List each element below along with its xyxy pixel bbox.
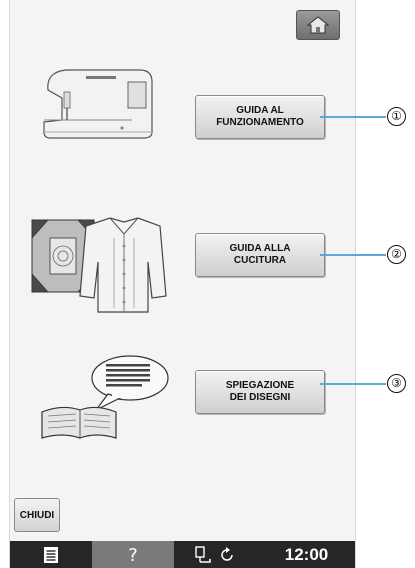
close-button[interactable]: CHIUDI — [14, 498, 60, 532]
pattern-explanation-button[interactable]: SPIEGAZIONE DEI DISEGNI — [195, 370, 325, 414]
operation-guide-label: GUIDA AL FUNZIONAMENTO — [216, 105, 304, 128]
callout-number-3: ③ — [387, 374, 406, 393]
rotate-icon — [221, 546, 233, 561]
help-screen: GUIDA AL FUNZIONAMENTO GUIDA ALLA CUCITU… — [9, 0, 356, 568]
presser-foot-button[interactable] — [174, 541, 256, 568]
document-icon — [44, 546, 58, 563]
callout-number-2: ② — [387, 245, 406, 264]
home-button[interactable] — [296, 10, 340, 40]
callout-line-3 — [320, 383, 386, 385]
sewing-guide-button[interactable]: GUIDA ALLA CUCITURA — [195, 233, 325, 277]
book-speech-illustration — [41, 355, 169, 439]
help-button[interactable]: ? — [92, 541, 174, 568]
clock-time: 12:00 — [284, 544, 329, 564]
pattern-explanation-label: SPIEGAZIONE DEI DISEGNI — [225, 380, 295, 403]
operation-guide-button[interactable]: GUIDA AL FUNZIONAMENTO — [195, 95, 325, 139]
svg-text:?: ? — [128, 545, 138, 565]
quilt-shirt-illustration — [31, 217, 167, 313]
callout-line-1 — [320, 116, 386, 118]
document-button[interactable] — [10, 541, 92, 568]
help-icon: ? — [128, 545, 138, 565]
callout-line-2 — [320, 254, 386, 256]
home-icon — [306, 16, 330, 34]
bottom-status-bar: ? 12:00 — [10, 541, 355, 568]
sewing-machine-illustration — [43, 69, 153, 139]
clock-display: 12:00 — [256, 541, 355, 568]
sewing-guide-label: GUIDA ALLA CUCITURA — [229, 243, 291, 266]
callout-number-1: ① — [387, 107, 406, 126]
presser-foot-icon — [195, 545, 211, 563]
